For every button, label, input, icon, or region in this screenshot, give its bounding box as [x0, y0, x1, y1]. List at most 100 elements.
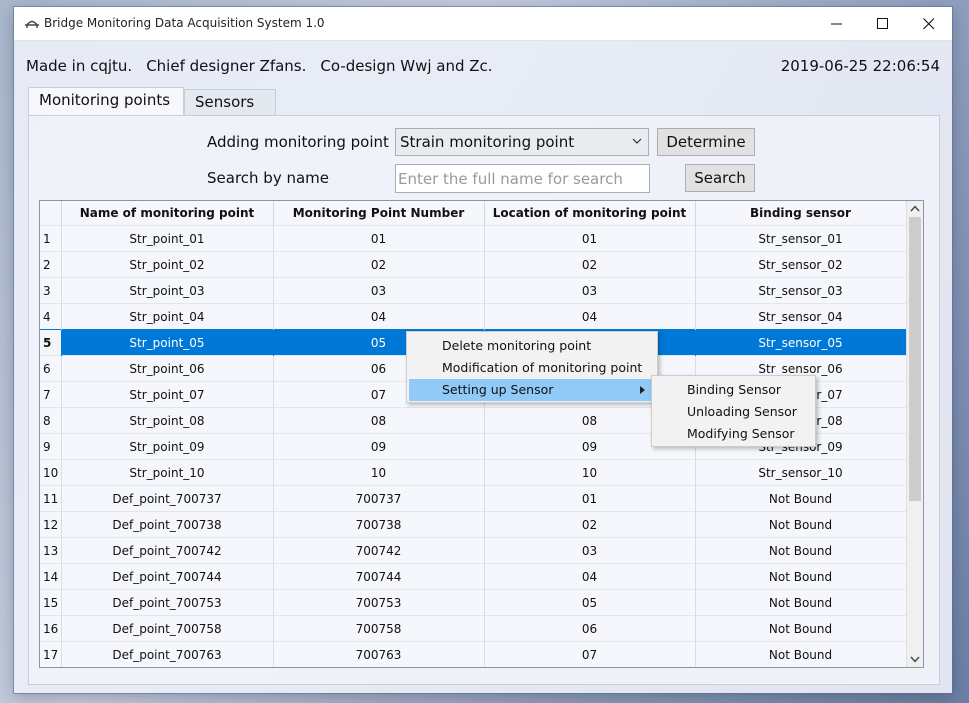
column-header-name[interactable]: Name of monitoring point [61, 201, 274, 226]
point-name-cell[interactable]: Def_point_700763 [61, 641, 274, 667]
binding-sensor-cell[interactable]: Not Bound [695, 511, 907, 538]
row-number-cell[interactable]: 17 [40, 641, 62, 667]
maximize-button[interactable] [860, 7, 906, 40]
point-number-cell[interactable]: 700738 [273, 511, 485, 538]
point-name-cell[interactable]: Def_point_700738 [61, 511, 274, 538]
point-number-cell[interactable]: 08 [273, 407, 485, 434]
scroll-up-icon[interactable] [910, 205, 920, 212]
vertical-scrollbar[interactable] [906, 201, 923, 667]
table-row[interactable]: 11 Def_point_700737 700737 01 Not Bound [40, 485, 907, 512]
table-row[interactable]: 17 Def_point_700763 700763 07 Not Bound [40, 641, 907, 667]
row-number-cell[interactable]: 18 [40, 668, 61, 669]
search-button[interactable]: Search [685, 164, 755, 192]
table-row[interactable]: 13 Def_point_700742 700742 03 Not Bound [40, 537, 907, 564]
row-number-cell[interactable]: 15 [40, 589, 62, 616]
menu-unloading-sensor[interactable]: Unloading Sensor [654, 401, 813, 423]
row-number-cell[interactable]: 1 [40, 225, 62, 252]
point-number-cell[interactable]: 700737 [273, 485, 485, 512]
scrollbar-thumb[interactable] [909, 217, 921, 501]
menu-delete-point[interactable]: Delete monitoring point [409, 335, 655, 357]
row-number-cell[interactable]: 12 [40, 511, 62, 538]
tab-monitoring-points[interactable]: Monitoring points [28, 87, 184, 115]
point-location-cell[interactable]: 04 [484, 563, 696, 590]
point-location-cell[interactable]: 01 [484, 485, 696, 512]
row-number-cell[interactable]: 16 [40, 615, 62, 642]
minimize-button[interactable] [814, 7, 860, 40]
menu-setting-up-sensor[interactable]: Setting up Sensor [409, 379, 655, 401]
point-name-cell[interactable]: Str_point_08 [61, 407, 274, 434]
point-name-cell[interactable]: Str_point_10 [61, 459, 274, 486]
column-header-number[interactable]: Monitoring Point Number [273, 201, 485, 226]
row-number-cell[interactable]: 4 [40, 303, 62, 330]
determine-button[interactable]: Determine [657, 128, 755, 156]
binding-sensor-cell[interactable]: Not Bound [695, 485, 907, 512]
binding-sensor-cell[interactable]: Not Bound [695, 668, 906, 669]
binding-sensor-cell[interactable]: Not Bound [695, 589, 907, 616]
binding-sensor-cell[interactable]: Str_sensor_05 [695, 329, 907, 356]
scroll-down-icon[interactable] [910, 656, 920, 663]
point-number-cell[interactable]: 04 [273, 303, 485, 330]
point-name-cell[interactable]: Str_point_02 [61, 251, 274, 278]
row-number-cell[interactable]: 6 [40, 355, 62, 382]
table-row[interactable]: 18Def_point_70076470076408Not Bound [40, 668, 906, 669]
point-name-cell[interactable]: Str_point_09 [61, 433, 274, 460]
tab-sensors[interactable]: Sensors [184, 89, 276, 115]
point-location-cell[interactable]: 02 [484, 251, 696, 278]
binding-sensor-cell[interactable]: Str_sensor_04 [695, 303, 907, 330]
point-location-cell[interactable]: 10 [484, 459, 696, 486]
binding-sensor-cell[interactable]: Str_sensor_10 [695, 459, 907, 486]
row-number-cell[interactable]: 3 [40, 277, 62, 304]
row-number-cell[interactable]: 14 [40, 563, 62, 590]
table-row[interactable]: 16 Def_point_700758 700758 06 Not Bound [40, 615, 907, 642]
menu-binding-sensor[interactable]: Binding Sensor [654, 379, 813, 401]
point-number-cell[interactable]: 03 [273, 277, 485, 304]
table-row[interactable]: 12 Def_point_700738 700738 02 Not Bound [40, 511, 907, 538]
point-name-cell[interactable]: Str_point_03 [61, 277, 274, 304]
binding-sensor-cell[interactable]: Not Bound [695, 641, 907, 667]
table-row[interactable]: 4 Str_point_04 04 04 Str_sensor_04 [40, 303, 907, 330]
point-name-cell[interactable]: Def_point_700737 [61, 485, 274, 512]
column-header-sensor[interactable]: Binding sensor [695, 201, 907, 226]
binding-sensor-cell[interactable]: Str_sensor_02 [695, 251, 907, 278]
point-name-cell[interactable]: Def_point_700758 [61, 615, 274, 642]
row-number-cell[interactable]: 7 [40, 381, 62, 408]
point-number-cell[interactable]: 02 [273, 251, 485, 278]
binding-sensor-cell[interactable]: Not Bound [695, 563, 907, 590]
point-location-cell[interactable]: 08 [484, 668, 695, 669]
row-number-cell[interactable]: 5 [40, 329, 62, 356]
binding-sensor-cell[interactable]: Str_sensor_03 [695, 277, 907, 304]
row-number-cell[interactable]: 2 [40, 251, 62, 278]
title-bar[interactable]: Bridge Monitoring Data Acquisition Syste… [14, 7, 952, 41]
binding-sensor-cell[interactable]: Not Bound [695, 537, 907, 564]
point-name-cell[interactable]: Def_point_700742 [61, 537, 274, 564]
point-number-cell[interactable]: 01 [273, 225, 485, 252]
point-location-cell[interactable]: 07 [484, 641, 696, 667]
point-number-cell[interactable]: 700764 [273, 668, 484, 669]
point-name-cell[interactable]: Str_point_01 [61, 225, 274, 252]
point-number-cell[interactable]: 700758 [273, 615, 485, 642]
point-location-cell[interactable]: 03 [484, 277, 696, 304]
column-header-location[interactable]: Location of monitoring point [484, 201, 696, 226]
menu-modify-point[interactable]: Modification of monitoring point [409, 357, 655, 379]
point-name-cell[interactable]: Def_point_700753 [61, 589, 274, 616]
point-type-select[interactable]: Strain monitoring point [395, 128, 649, 156]
table-row[interactable]: 1 Str_point_01 01 01 Str_sensor_01 [40, 225, 907, 252]
binding-sensor-cell[interactable]: Not Bound [695, 615, 907, 642]
binding-sensor-cell[interactable]: Str_sensor_01 [695, 225, 907, 252]
row-number-cell[interactable]: 9 [40, 433, 62, 460]
point-name-cell[interactable]: Str_point_07 [61, 381, 274, 408]
point-location-cell[interactable]: 06 [484, 615, 696, 642]
row-number-cell[interactable]: 10 [40, 459, 62, 486]
point-location-cell[interactable]: 01 [484, 225, 696, 252]
table-row[interactable]: 15 Def_point_700753 700753 05 Not Bound [40, 589, 907, 616]
close-button[interactable] [906, 7, 952, 40]
menu-modifying-sensor[interactable]: Modifying Sensor [654, 423, 813, 445]
point-number-cell[interactable]: 700763 [273, 641, 485, 667]
point-name-cell[interactable]: Str_point_04 [61, 303, 274, 330]
point-name-cell[interactable]: Def_point_700744 [61, 563, 274, 590]
point-location-cell[interactable]: 03 [484, 537, 696, 564]
point-location-cell[interactable]: 02 [484, 511, 696, 538]
table-row[interactable]: 2 Str_point_02 02 02 Str_sensor_02 [40, 251, 907, 278]
point-location-cell[interactable]: 04 [484, 303, 696, 330]
table-row[interactable]: 3 Str_point_03 03 03 Str_sensor_03 [40, 277, 907, 304]
